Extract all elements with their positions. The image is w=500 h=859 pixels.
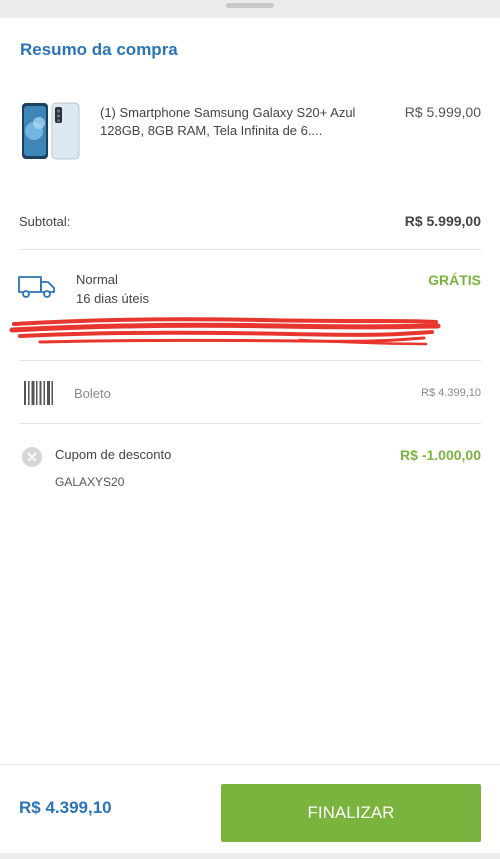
coupon-label: Cupom de desconto [55,447,172,462]
coupon-code: GALAXYS20 [55,475,125,489]
product-name: (1) Smartphone Samsung Galaxy S20+ Azul … [100,105,356,138]
page-title: Resumo da compra [20,40,178,59]
finalize-button[interactable]: FINALIZAR [221,784,481,842]
shipping-price: GRÁTIS [428,272,481,288]
payment-amount: R$ 4.399,10 [421,387,481,399]
subtotal-label: Subtotal: [19,214,71,229]
truck-icon [18,276,55,298]
footer-divider [0,764,500,765]
remove-coupon-icon[interactable] [22,447,42,467]
shipping-days: 16 dias úteis [76,291,149,306]
product-row: (1) Smartphone Samsung Galaxy S20+ Azul … [0,96,500,176]
divider [19,360,481,361]
drag-handle[interactable] [226,3,274,8]
shipping-row: Normal 16 dias úteis GRÁTIS [0,266,500,316]
sheet-top-bar [0,0,500,18]
order-total: R$ 4.399,10 [19,798,112,817]
divider [19,423,481,424]
sheet-bottom-bar [0,853,500,859]
subtotal-value: R$ 5.999,00 [404,213,481,229]
phone-product-image [22,102,80,160]
red-redaction-scribble [9,317,441,346]
coupon-value: R$ -1.000,00 [400,447,481,463]
subtotal-row: Subtotal: R$ 5.999,00 [0,210,500,234]
barcode-icon [24,381,53,405]
coupon-row: Cupom de desconto GALAXYS20 R$ -1.000,00 [0,443,500,493]
shipping-name: Normal [76,272,118,287]
payment-row: Boleto R$ 4.399,10 [0,376,500,412]
product-price: R$ 5.999,00 [404,104,481,120]
divider [19,249,481,250]
payment-method: Boleto [74,386,111,401]
